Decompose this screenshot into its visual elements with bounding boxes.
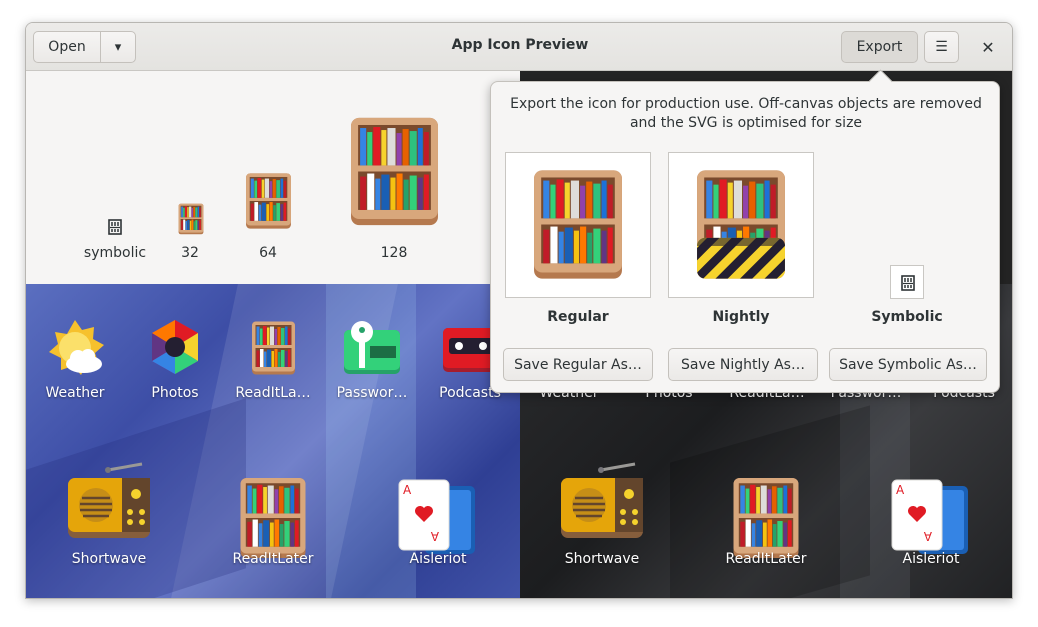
light-icon-grid: Weather Photos ReadItLa… Passwor… Podcas… [26,284,520,598]
svg-text:A: A [403,483,412,497]
save-symbolic-button[interactable]: Save Symbolic As… [829,348,987,381]
readitlater-32-icon [178,203,204,235]
variant-label-nightly: Nightly [712,309,770,325]
readitlater-128-icon [349,115,440,228]
readitlater-regular-icon [532,167,624,282]
close-button[interactable]: ✕ [976,35,1000,59]
app-label-photos: Photos [151,385,199,401]
header-bar: Open ▾ App Icon Preview Export ☰ ✕ [26,23,1012,71]
size-label-128: 128 [380,245,408,261]
open-button[interactable]: Open [33,31,101,63]
app-label-passwords: Passwor… [336,385,408,401]
app-label-readitlater-2: ReadItLater [232,551,314,567]
app-label-aisleriot-dark: Aisleriot [902,551,960,567]
variant-label-symbolic: Symbolic [871,309,943,325]
shortwave-icon [561,462,643,538]
size-label-symbolic: symbolic [83,245,147,261]
aisleriot-icon: A A [891,479,968,554]
readitlater-icon [251,320,296,376]
export-description: Export the icon for production use. Off-… [510,96,982,131]
readitlater-icon [239,476,307,560]
aisleriot-icon: A A [398,479,475,554]
svg-text:A: A [896,483,905,497]
symbolic-preview [890,265,924,299]
nightly-preview [668,152,814,298]
readitlater-icon [732,476,800,560]
variant-label-regular: Regular [547,309,609,325]
save-nightly-button[interactable]: Save Nightly As… [668,348,818,381]
svg-text:A: A [923,529,932,543]
weather-icon [49,320,104,375]
svg-text:A: A [430,529,439,543]
photos-icon [152,320,198,374]
icon-sizes-panel: symbolic 32 64 128 [26,71,520,284]
hamburger-menu-icon: ☰ [935,39,948,55]
symbolic-size-icon [108,219,122,235]
main-menu-button[interactable]: ☰ [924,31,959,63]
readitlater-64-icon [245,171,292,231]
app-label-shortwave: Shortwave [71,551,147,567]
passwords-icon [344,321,400,374]
size-label-64: 64 [259,245,277,261]
export-button[interactable]: Export [841,31,918,63]
close-icon: ✕ [981,37,995,57]
readitlater-nightly-icon [695,167,787,282]
symbolic-icon [901,275,915,291]
regular-preview [505,152,651,298]
shortwave-icon [68,462,150,538]
app-label-readitlater: ReadItLa… [235,385,311,401]
chevron-down-icon: ▾ [114,39,122,55]
app-label-aisleriot: Aisleriot [409,551,467,567]
save-regular-button[interactable]: Save Regular As… [503,348,653,381]
app-label-shortwave-dark: Shortwave [564,551,640,567]
size-label-32: 32 [181,245,199,261]
app-label-weather: Weather [45,385,105,401]
app-label-readitlater-dark-2: ReadItLater [725,551,807,567]
export-popover: Export the icon for production use. Off-… [490,81,1000,393]
open-dropdown-button[interactable]: ▾ [100,31,136,63]
